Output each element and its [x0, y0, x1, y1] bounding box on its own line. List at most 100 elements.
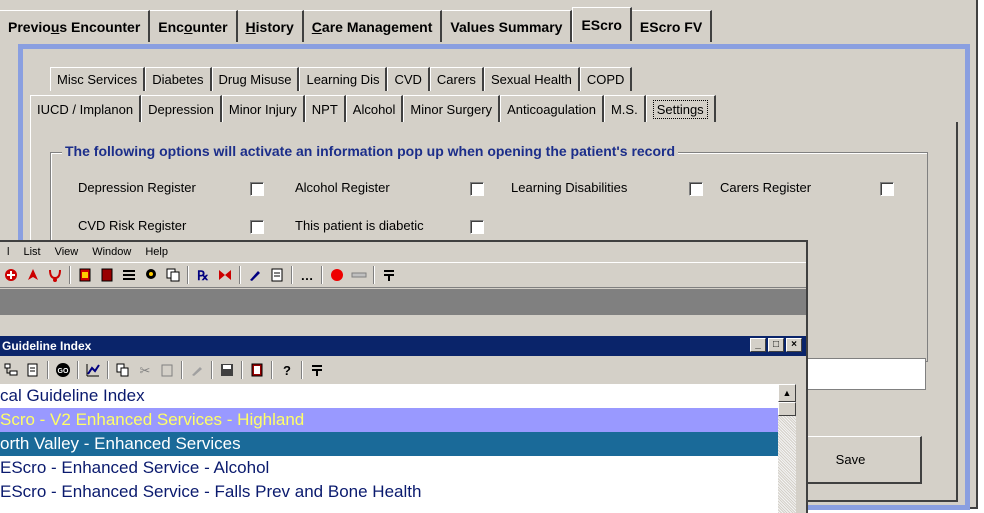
- checkbox-patient-diabetic[interactable]: [470, 220, 484, 234]
- subtab-drug-misuse[interactable]: Drug Misuse: [211, 67, 300, 91]
- option-label-depression-register: Depression Register: [78, 180, 196, 195]
- checkbox-carers-register[interactable]: [880, 182, 894, 196]
- save-icon[interactable]: [217, 360, 237, 380]
- list-icon[interactable]: [119, 265, 139, 285]
- subtab-carers[interactable]: Carers: [429, 67, 484, 91]
- tab-history[interactable]: History: [237, 10, 304, 42]
- list-item[interactable]: EScro - Enhanced Service - Alcohol: [0, 456, 778, 480]
- main-toolbar: ℞ …: [0, 262, 806, 288]
- subtab-minor-injury[interactable]: Minor Injury: [221, 95, 305, 123]
- subtab-diabetes[interactable]: Diabetes: [145, 67, 212, 91]
- checkbox-learning-disabilities[interactable]: [689, 182, 703, 196]
- tab-escro[interactable]: EScro: [572, 7, 632, 41]
- toolbar-separator: [77, 361, 79, 379]
- rx-icon[interactable]: ℞: [193, 265, 213, 285]
- menu-item-help[interactable]: Help: [138, 246, 175, 258]
- book-icon[interactable]: [247, 360, 267, 380]
- subtab-iucd-implanon[interactable]: IUCD / Implanon: [30, 95, 142, 123]
- minimize-icon[interactable]: _: [750, 338, 766, 352]
- subtab-cvd[interactable]: CVD: [387, 67, 430, 91]
- tab-label-accel: u: [50, 18, 60, 35]
- subtab-settings[interactable]: Settings: [645, 95, 716, 123]
- record-icon[interactable]: [75, 265, 95, 285]
- menu-item-list[interactable]: List: [16, 246, 47, 258]
- guideline-index-window: Guideline Index _ □ × GO ✂ ? cal Guideli…: [0, 336, 806, 513]
- plus-icon[interactable]: [1, 265, 21, 285]
- toolbar-separator: [321, 266, 323, 284]
- toolbar-separator: [239, 266, 241, 284]
- option-label-alcohol-register: Alcohol Register: [295, 180, 390, 195]
- tree-icon[interactable]: [1, 360, 21, 380]
- tab-escro-fv[interactable]: EScro FV: [631, 10, 713, 42]
- scroll-thumb[interactable]: [778, 402, 796, 416]
- pen-icon[interactable]: [245, 265, 265, 285]
- menu-item-partial[interactable]: l: [0, 246, 16, 258]
- pointer-icon[interactable]: [23, 265, 43, 285]
- brush-icon[interactable]: [187, 360, 207, 380]
- list-item[interactable]: EScro - Enhanced Service - Falls Prev an…: [0, 480, 778, 504]
- subtab-npt[interactable]: NPT: [304, 95, 346, 123]
- open-icon[interactable]: [23, 360, 43, 380]
- subtab-row-1: Misc Services Diabetes Drug Misuse Learn…: [50, 67, 633, 91]
- subtab-minor-surgery[interactable]: Minor Surgery: [403, 95, 501, 123]
- list-item[interactable]: orth Valley - Enhanced Services: [0, 432, 778, 456]
- tab-encounter[interactable]: Enc o unter: [150, 10, 238, 42]
- window-controls: _ □ ×: [748, 338, 802, 352]
- subtab-sexual-health[interactable]: Sexual Health: [483, 67, 580, 91]
- toolbar-separator: [181, 361, 183, 379]
- tab-label: Enc: [158, 18, 184, 35]
- toolbar-separator: [107, 361, 109, 379]
- scroll-up-icon[interactable]: ▲: [778, 384, 796, 402]
- book-icon[interactable]: [97, 265, 117, 285]
- tab-label-accel: H: [245, 18, 256, 35]
- subtab-anticoagulation[interactable]: Anticoagulation: [500, 95, 604, 123]
- stethoscope-icon[interactable]: [45, 265, 65, 285]
- pin-icon[interactable]: [379, 265, 399, 285]
- tab-label: EScro FV: [639, 18, 703, 35]
- copy-icon[interactable]: [113, 360, 133, 380]
- go-icon[interactable]: GO: [53, 360, 73, 380]
- subtab-ms[interactable]: M.S.: [603, 95, 646, 123]
- main-tab-bar: Previo u s Encounter Enc o unter History Car…: [0, 7, 713, 42]
- pin-icon[interactable]: [307, 360, 327, 380]
- list-item[interactable]: cal Guideline Index: [0, 384, 778, 408]
- notes-icon[interactable]: [267, 265, 287, 285]
- more-icon[interactable]: …: [297, 265, 317, 285]
- option-label-learning-disabilities: Learning Disabilities: [511, 180, 628, 195]
- help-icon[interactable]: ?: [277, 360, 297, 380]
- application-window: l List View Window Help ℞ … Guideline In…: [0, 240, 808, 513]
- maximize-icon[interactable]: □: [768, 338, 784, 352]
- tab-label: are Management: [321, 18, 433, 35]
- subtab-misc-services[interactable]: Misc Services: [50, 67, 146, 91]
- list-scrollbar[interactable]: ▲: [778, 384, 796, 513]
- menu-item-view[interactable]: View: [48, 246, 86, 258]
- toolbar-separator: [69, 266, 71, 284]
- copy-icon[interactable]: [163, 265, 183, 285]
- tab-values-summary[interactable]: Values Summary: [442, 10, 573, 42]
- subtab-copd[interactable]: COPD: [579, 67, 633, 91]
- bowtie-icon[interactable]: [215, 265, 235, 285]
- list-item[interactable]: Scro - V2 Enhanced Services - Highland: [0, 408, 778, 432]
- tab-previous-encounter[interactable]: Previo u s Encounter: [0, 10, 151, 42]
- checkbox-alcohol-register[interactable]: [470, 182, 484, 196]
- tab-care-management[interactable]: Care Management: [303, 10, 443, 42]
- toolbar-separator: [301, 361, 303, 379]
- toolbar-separator: [211, 361, 213, 379]
- subtab-alcohol[interactable]: Alcohol: [345, 95, 404, 123]
- subtab-depression[interactable]: Depression: [141, 95, 222, 123]
- svg-text:GO: GO: [58, 368, 69, 375]
- close-icon[interactable]: ×: [786, 338, 802, 352]
- paste-icon[interactable]: [157, 360, 177, 380]
- chat-icon[interactable]: [141, 265, 161, 285]
- menu-item-window[interactable]: Window: [85, 246, 138, 258]
- guideline-window-titlebar[interactable]: Guideline Index _ □ ×: [0, 336, 806, 356]
- bar-icon[interactable]: [349, 265, 369, 285]
- cut-icon[interactable]: ✂: [135, 360, 155, 380]
- option-label-cvd-risk-register: CVD Risk Register: [78, 218, 187, 233]
- tab-label-accel: C: [311, 18, 322, 35]
- checkbox-cvd-risk-register[interactable]: [250, 220, 264, 234]
- chart-icon[interactable]: [83, 360, 103, 380]
- subtab-learning-dis[interactable]: Learning Dis: [299, 67, 388, 91]
- checkbox-depression-register[interactable]: [250, 182, 264, 196]
- red-dot-icon[interactable]: [327, 265, 347, 285]
